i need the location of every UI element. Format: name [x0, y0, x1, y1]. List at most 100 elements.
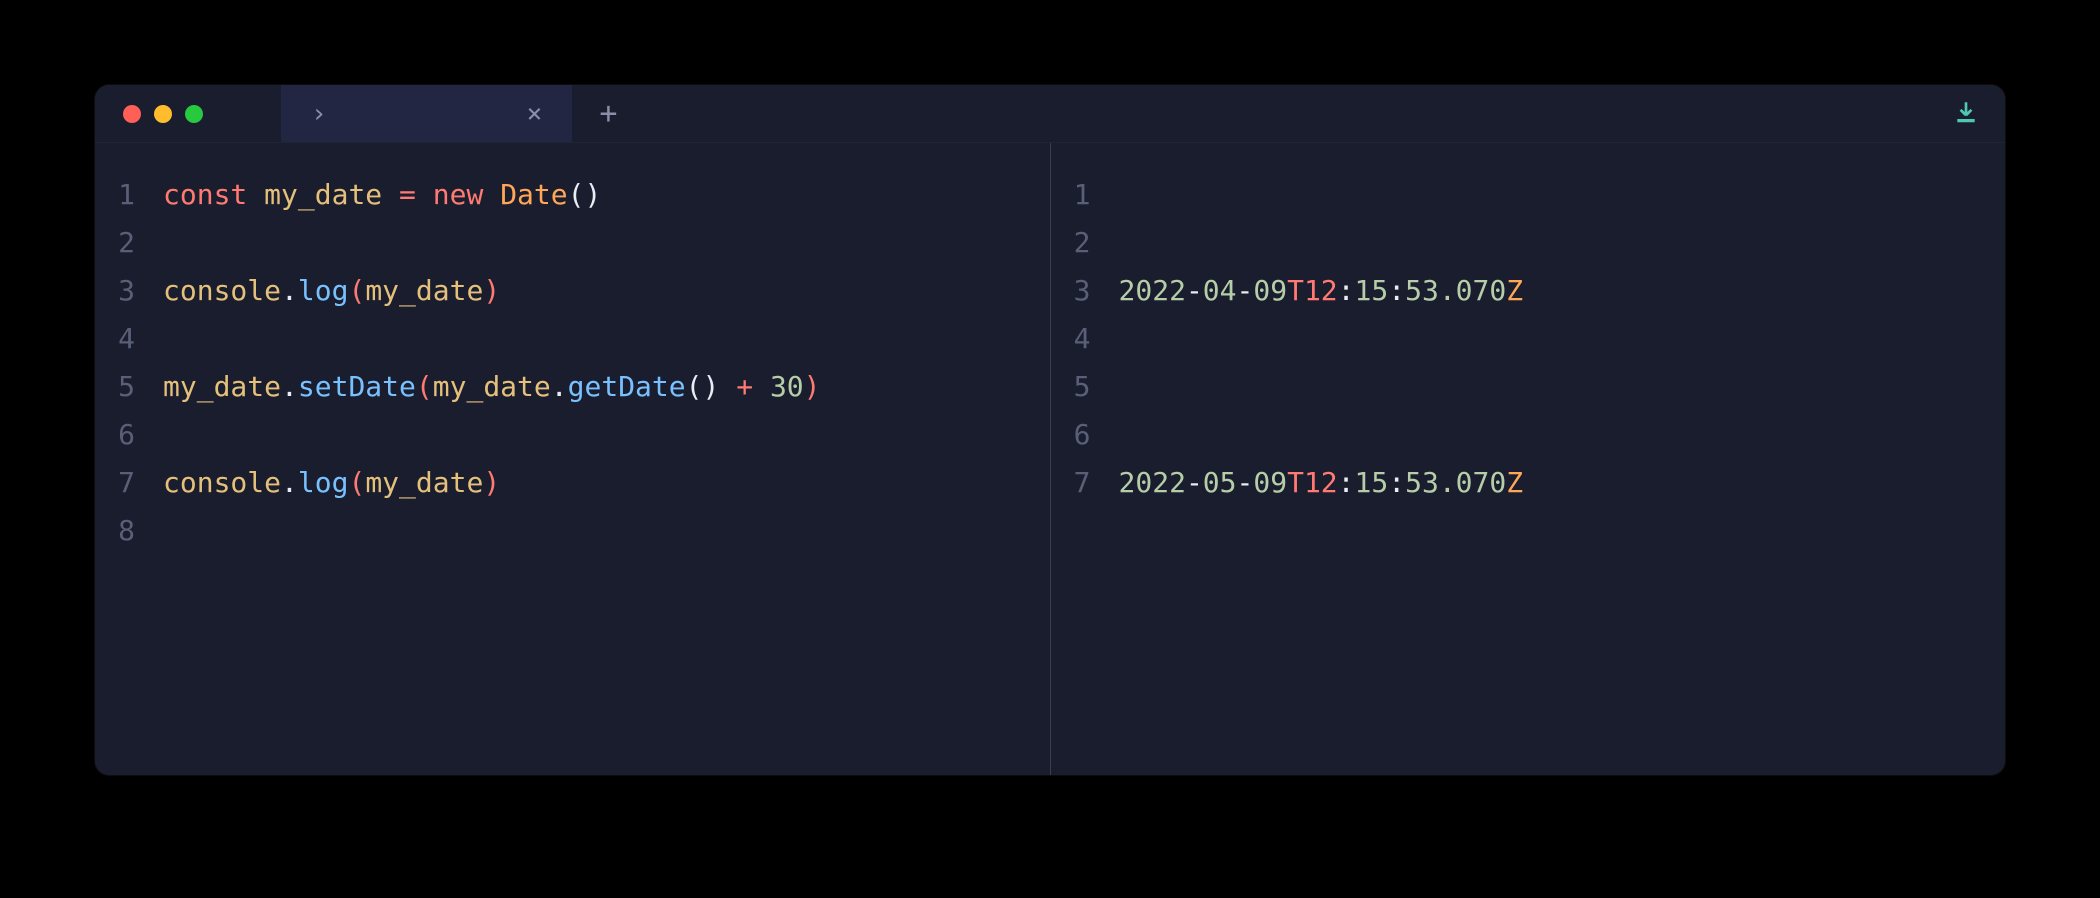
code-token: console — [163, 466, 281, 499]
line-number: 2 — [95, 219, 163, 267]
code-pane[interactable]: 1const my_date = new Date()23console.log… — [95, 143, 1051, 775]
code-token: my_date — [433, 370, 551, 403]
app-window: › × + 1const my_date = new Date()23conso… — [95, 85, 2005, 775]
code-token: Z — [1506, 274, 1523, 307]
code-token: 04 — [1203, 274, 1237, 307]
code-token: getDate — [568, 370, 686, 403]
code-token — [753, 370, 770, 403]
code-line[interactable]: 8 — [95, 507, 1050, 555]
code-token — [719, 370, 736, 403]
code-token: my_date — [264, 178, 382, 211]
line-number: 7 — [95, 459, 163, 507]
code-token: ) — [483, 466, 500, 499]
line-content: console.log(my_date) — [163, 459, 500, 507]
code-token: 53.070 — [1405, 274, 1506, 307]
line-content: console.log(my_date) — [163, 267, 500, 315]
line-number: 3 — [1051, 267, 1119, 315]
code-token: ( — [348, 274, 365, 307]
code-token: 15 — [1355, 466, 1389, 499]
code-line[interactable]: 72022-05-09T12:15:53.070Z — [1051, 459, 2006, 507]
download-icon[interactable] — [1953, 99, 1979, 129]
code-token: T12 — [1287, 274, 1338, 307]
titlebar: › × + — [95, 85, 2005, 143]
close-tab-icon[interactable]: × — [527, 99, 543, 129]
add-tab-button[interactable]: + — [573, 85, 643, 142]
code-token: - — [1237, 274, 1254, 307]
code-token: 09 — [1253, 466, 1287, 499]
code-line[interactable]: 6 — [95, 411, 1050, 459]
code-token: log — [298, 466, 349, 499]
line-number: 6 — [1051, 411, 1119, 459]
code-token — [483, 178, 500, 211]
tab-title: › — [311, 99, 327, 129]
code-token: log — [298, 274, 349, 307]
code-token: 05 — [1203, 466, 1237, 499]
code-token: const — [163, 178, 247, 211]
code-line[interactable]: 4 — [95, 315, 1050, 363]
code-token: 09 — [1253, 274, 1287, 307]
code-token — [247, 178, 264, 211]
line-number: 1 — [1051, 171, 1119, 219]
code-line[interactable]: 4 — [1051, 315, 2006, 363]
window-controls — [95, 105, 203, 123]
code-token: : — [1388, 274, 1405, 307]
code-token: setDate — [298, 370, 416, 403]
code-line[interactable]: 3console.log(my_date) — [95, 267, 1050, 315]
code-token: 53.070 — [1405, 466, 1506, 499]
line-number: 4 — [1051, 315, 1119, 363]
code-token: ) — [804, 370, 821, 403]
code-token: Z — [1506, 466, 1523, 499]
tab-bar: › × + — [281, 85, 643, 142]
line-number: 4 — [95, 315, 163, 363]
code-token: () — [686, 370, 720, 403]
code-line[interactable]: 2 — [95, 219, 1050, 267]
code-token: + — [736, 370, 753, 403]
code-line[interactable]: 32022-04-09T12:15:53.070Z — [1051, 267, 2006, 315]
code-token: - — [1186, 466, 1203, 499]
line-content: const my_date = new Date() — [163, 171, 601, 219]
code-line[interactable]: 6 — [1051, 411, 2006, 459]
code-token: () — [568, 178, 602, 211]
code-line[interactable]: 5my_date.setDate(my_date.getDate() + 30) — [95, 363, 1050, 411]
code-token: - — [1237, 466, 1254, 499]
code-token: console — [163, 274, 281, 307]
code-token: Date — [500, 178, 567, 211]
code-token: . — [281, 466, 298, 499]
code-token: . — [281, 274, 298, 307]
code-token: ( — [348, 466, 365, 499]
maximize-window-button[interactable] — [185, 105, 203, 123]
code-line[interactable]: 1const my_date = new Date() — [95, 171, 1050, 219]
code-token: : — [1338, 466, 1355, 499]
code-token: 2022 — [1119, 466, 1186, 499]
minimize-window-button[interactable] — [154, 105, 172, 123]
code-token: my_date — [163, 370, 281, 403]
code-token — [382, 178, 399, 211]
line-number: 6 — [95, 411, 163, 459]
code-token: - — [1186, 274, 1203, 307]
code-token: 30 — [770, 370, 804, 403]
line-number: 1 — [95, 171, 163, 219]
code-token — [416, 178, 433, 211]
line-content: 2022-04-09T12:15:53.070Z — [1119, 267, 1524, 315]
tab-active[interactable]: › × — [281, 85, 573, 142]
code-token: : — [1338, 274, 1355, 307]
code-line[interactable]: 2 — [1051, 219, 2006, 267]
code-token: T12 — [1287, 466, 1338, 499]
close-window-button[interactable] — [123, 105, 141, 123]
code-token: . — [281, 370, 298, 403]
plus-icon: + — [599, 96, 617, 131]
line-number: 8 — [95, 507, 163, 555]
code-token: ( — [416, 370, 433, 403]
output-pane[interactable]: 1232022-04-09T12:15:53.070Z45672022-05-0… — [1051, 143, 2006, 775]
code-line[interactable]: 1 — [1051, 171, 2006, 219]
code-token: new — [433, 178, 484, 211]
line-number: 7 — [1051, 459, 1119, 507]
code-token: . — [551, 370, 568, 403]
code-line[interactable]: 7console.log(my_date) — [95, 459, 1050, 507]
code-token: : — [1388, 466, 1405, 499]
line-number: 3 — [95, 267, 163, 315]
code-line[interactable]: 5 — [1051, 363, 2006, 411]
code-token: = — [399, 178, 416, 211]
editor-area: 1const my_date = new Date()23console.log… — [95, 143, 2005, 775]
line-number: 5 — [95, 363, 163, 411]
